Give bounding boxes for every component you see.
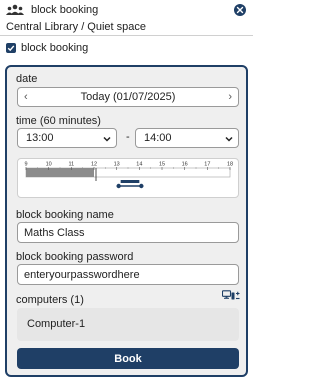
booking-name-input[interactable]: Maths Class: [17, 222, 239, 243]
end-time-value: 14:00: [144, 132, 172, 144]
timeline-hour-label: 17: [204, 162, 210, 168]
header-divider: [0, 35, 253, 36]
computers-label: computers (1): [16, 294, 84, 306]
timeline-past-block: [26, 168, 94, 177]
block-booking-label: block booking: [21, 42, 89, 54]
start-time-select[interactable]: 13:00: [17, 128, 117, 148]
timeline-selection-block: [120, 180, 140, 183]
timeline-hour-label: 15: [159, 162, 165, 168]
computer-item[interactable]: Computer-1: [27, 318, 85, 330]
timeline-chart: 9 10 11 12 13 14 15 16 17 18: [24, 162, 233, 189]
block-booking-checkbox[interactable]: [6, 43, 16, 53]
booking-password-value: enteryourpasswordhere: [24, 268, 140, 281]
computers-list: Computer-1: [17, 308, 239, 341]
location-breadcrumb: Central Library / Quiet space: [6, 21, 147, 33]
date-label: date: [16, 73, 38, 85]
book-button[interactable]: Book: [17, 348, 239, 369]
timeline-hour-label: 9: [24, 162, 27, 168]
booking-password-label: block booking password: [16, 251, 134, 263]
timeline-end-handle: [139, 183, 144, 189]
timeline-hour-label: 10: [46, 162, 52, 168]
timeline-hour-label: 18: [227, 162, 233, 168]
time-label: time (60 minutes): [16, 115, 101, 127]
booking-password-input[interactable]: enteryourpasswordhere: [17, 264, 239, 285]
booking-name-label: block booking name: [16, 209, 114, 221]
timeline-hour-label: 16: [182, 162, 188, 168]
date-value: Today (01/07/2025): [80, 91, 176, 103]
people-group-icon: [5, 3, 25, 17]
timeline-hour-label: 14: [136, 162, 142, 168]
timeline-hour-label: 11: [68, 162, 74, 168]
timeline-start-handle: [116, 183, 121, 189]
start-time-value: 13:00: [26, 132, 54, 144]
booking-form-panel: date ‹ Today (01/07/2025) › time (60 min…: [5, 65, 248, 377]
computers-add-icon[interactable]: [221, 290, 240, 304]
end-time-select[interactable]: 14:00: [135, 128, 239, 148]
timeline-hour-label: 12: [91, 162, 97, 168]
close-icon[interactable]: [234, 4, 246, 16]
time-separator: -: [126, 131, 130, 143]
timeline-hour-label: 13: [114, 162, 120, 168]
header: block booking: [0, 0, 253, 20]
block-booking-toggle[interactable]: block booking: [6, 42, 88, 54]
date-selector: ‹ Today (01/07/2025) ›: [17, 87, 239, 107]
dialog-title: block booking: [31, 4, 99, 16]
next-date-button[interactable]: ›: [228, 91, 232, 103]
time-range-timeline[interactable]: 9 10 11 12 13 14 15 16 17 18: [17, 158, 239, 198]
chevron-down-icon: [103, 134, 111, 146]
previous-date-button[interactable]: ‹: [24, 91, 28, 103]
chevron-down-icon: [225, 134, 233, 146]
booking-name-value: Maths Class: [24, 226, 85, 239]
